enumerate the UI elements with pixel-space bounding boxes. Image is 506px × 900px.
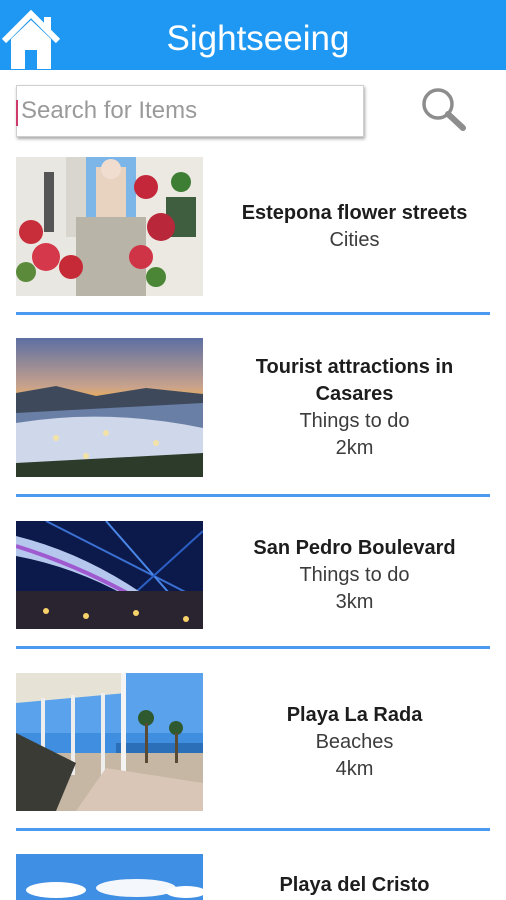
item-distance: 2km bbox=[335, 436, 374, 459]
list-item[interactable]: Playa del Cristo bbox=[0, 854, 506, 900]
list-item[interactable]: Playa La Rada Beaches 4km bbox=[0, 673, 506, 811]
list-item[interactable]: Estepona flower streets Cities bbox=[0, 157, 506, 296]
item-thumbnail bbox=[16, 673, 203, 811]
divider bbox=[16, 312, 490, 315]
item-info: Estepona flower streets Cities bbox=[203, 157, 506, 296]
item-thumbnail bbox=[16, 854, 203, 900]
item-thumbnail bbox=[16, 521, 203, 629]
item-distance: 4km bbox=[335, 757, 374, 780]
divider bbox=[16, 646, 490, 649]
item-info: Playa La Rada Beaches 4km bbox=[203, 673, 506, 811]
divider bbox=[16, 494, 490, 497]
item-category: Beaches bbox=[315, 730, 394, 753]
item-info: San Pedro Boulevard Things to do 3km bbox=[203, 521, 506, 629]
list-item[interactable]: San Pedro Boulevard Things to do 3km bbox=[0, 521, 506, 629]
item-info: Tourist attractions in Casares Things to… bbox=[203, 338, 506, 477]
item-distance: 3km bbox=[335, 590, 374, 613]
item-category: Things to do bbox=[299, 563, 410, 586]
item-info: Playa del Cristo bbox=[203, 872, 506, 900]
list-item[interactable]: Tourist attractions in Casares Things to… bbox=[0, 338, 506, 477]
item-title: Playa La Rada bbox=[286, 703, 423, 726]
item-thumbnail bbox=[16, 338, 203, 477]
divider bbox=[16, 828, 490, 831]
item-title: Playa del Cristo bbox=[279, 874, 430, 896]
item-category: Cities bbox=[329, 228, 380, 251]
item-category: Things to do bbox=[299, 409, 410, 432]
item-title: San Pedro Boulevard bbox=[253, 536, 456, 559]
item-title: Estepona flower streets bbox=[241, 201, 468, 224]
sightseeing-list: Estepona flower streets Cities Tourist a… bbox=[0, 0, 506, 900]
item-thumbnail bbox=[16, 157, 203, 296]
item-title: Tourist attractions in Casares bbox=[255, 355, 454, 405]
